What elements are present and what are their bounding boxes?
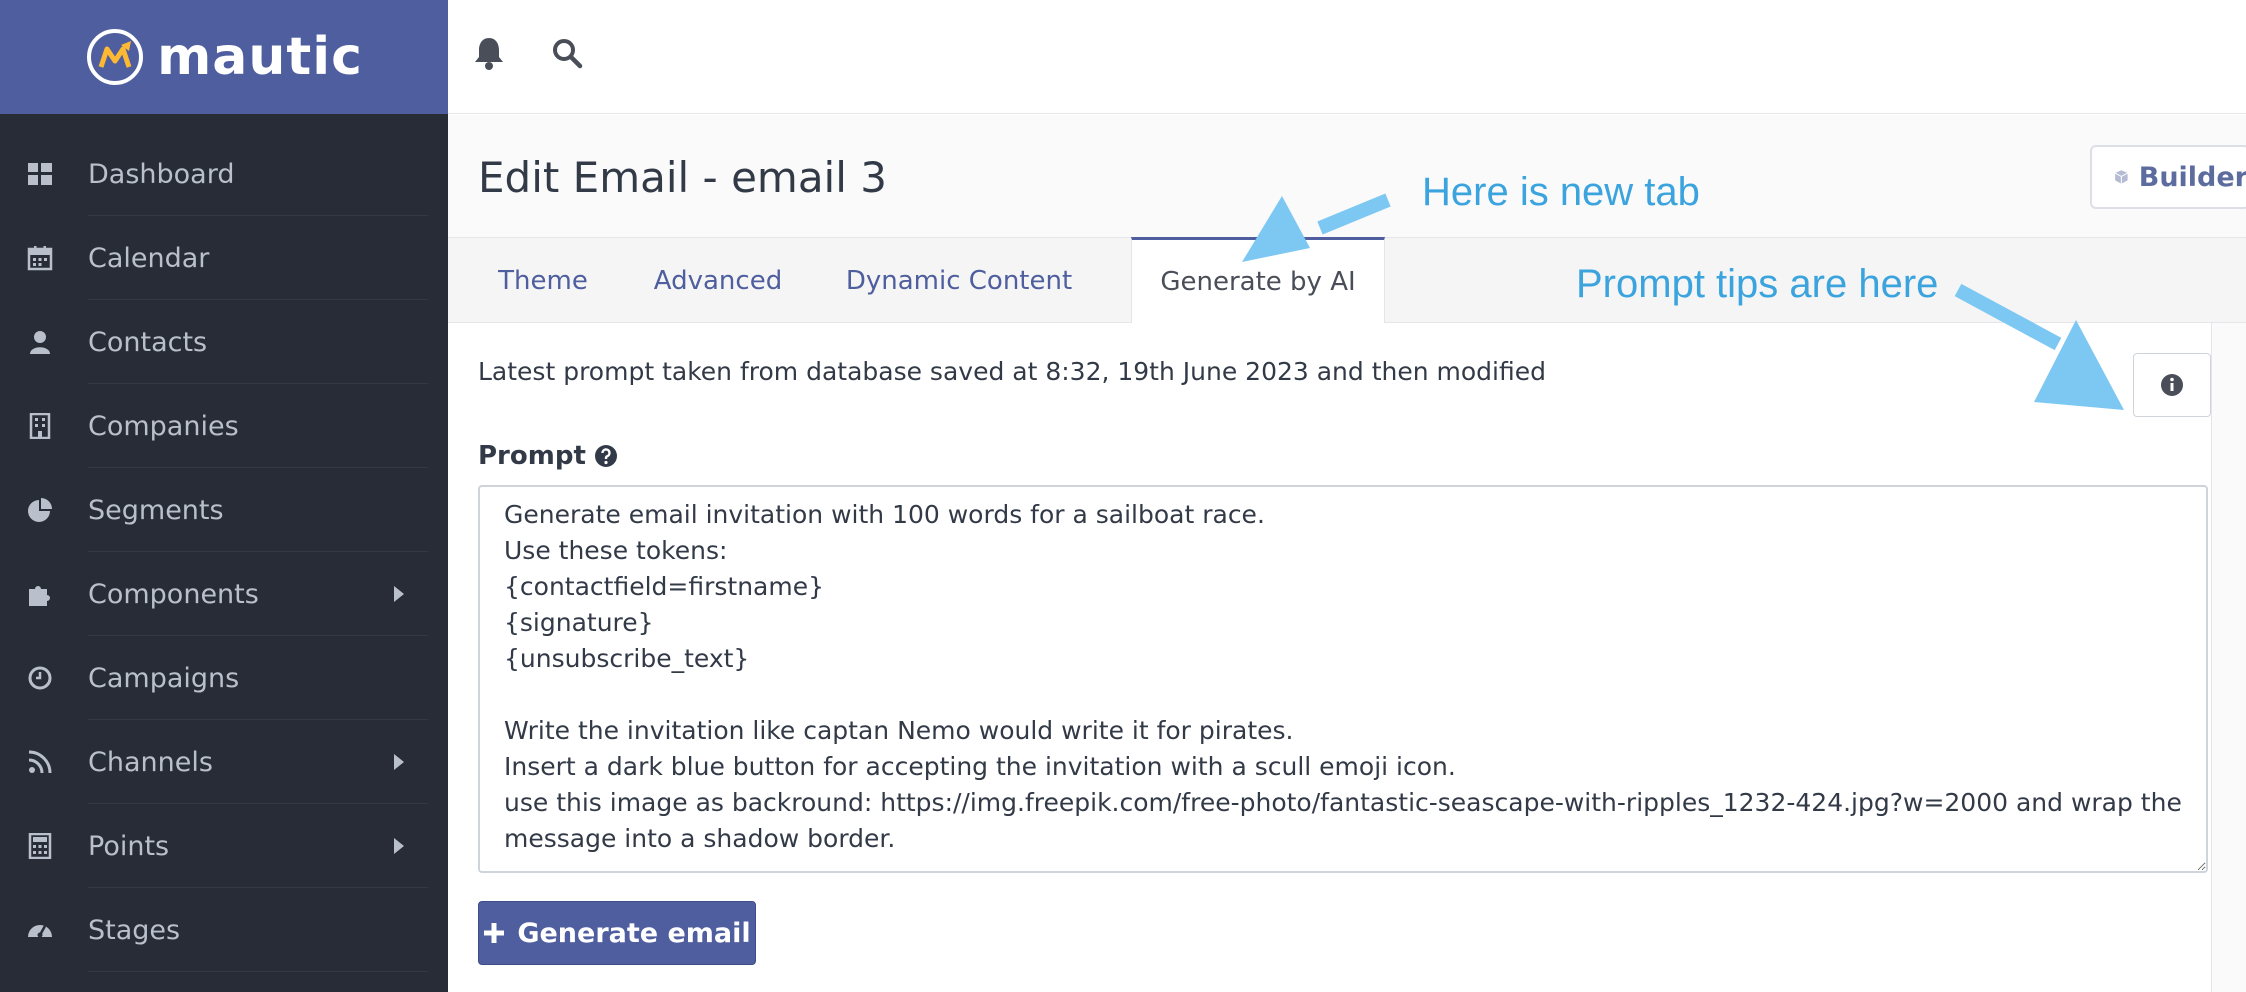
sidebar-item-label: Stages <box>88 914 181 946</box>
cube-icon <box>2114 170 2128 184</box>
puzzle-icon <box>26 580 54 608</box>
sidebar-item-label: Components <box>88 578 259 610</box>
sidebar-nav: Dashboard Calendar Contacts Companies Se… <box>0 132 448 972</box>
tab-generate-by-ai[interactable]: Generate by AI <box>1131 237 1385 324</box>
prompt-textarea[interactable]: Generate email invitation with 100 words… <box>478 485 2208 873</box>
mautic-logo-icon <box>87 29 144 85</box>
annotation-new-tab: Here is new tab <box>1422 170 1700 214</box>
topbar <box>448 0 2246 114</box>
search-icon[interactable] <box>550 36 584 70</box>
sidebar: mautic Dashboard Calendar Contacts Compa… <box>0 0 448 992</box>
tab-advanced[interactable]: Advanced <box>628 238 808 324</box>
sidebar-item-channels[interactable]: Channels <box>0 720 448 804</box>
prompt-label-text: Prompt <box>478 441 586 471</box>
prompt-tips-button[interactable] <box>2133 353 2211 417</box>
sidebar-item-calendar[interactable]: Calendar <box>0 216 448 300</box>
sidebar-item-stages[interactable]: Stages <box>0 888 448 972</box>
sidebar-item-contacts[interactable]: Contacts <box>0 300 448 384</box>
page-title: Edit Email - email 3 <box>478 153 887 202</box>
info-icon <box>2161 374 2183 396</box>
calculator-icon <box>26 832 54 860</box>
builder-button-label: Builder <box>2138 161 2246 193</box>
sidebar-item-label: Dashboard <box>88 158 235 190</box>
generate-email-button[interactable]: Generate email <box>478 901 756 965</box>
pie-chart-icon <box>26 496 54 524</box>
rss-icon <box>26 748 54 776</box>
user-icon <box>26 328 54 356</box>
generate-email-label: Generate email <box>517 917 751 949</box>
brand-name: mautic <box>157 27 363 87</box>
main-content: Edit Email - email 3 Builder Theme Advan… <box>448 115 2246 992</box>
building-icon <box>26 412 54 440</box>
calendar-icon <box>26 244 54 272</box>
sidebar-item-campaigns[interactable]: Campaigns <box>0 636 448 720</box>
sidebar-item-label: Calendar <box>88 242 210 274</box>
question-circle-icon[interactable] <box>594 444 618 468</box>
sidebar-item-points[interactable]: Points <box>0 804 448 888</box>
sidebar-item-label: Points <box>88 830 170 862</box>
sidebar-item-label: Contacts <box>88 326 208 358</box>
sidebar-item-label: Channels <box>88 746 213 778</box>
tab-dynamic-content[interactable]: Dynamic Content <box>828 238 1090 324</box>
sidebar-item-dashboard[interactable]: Dashboard <box>0 132 448 216</box>
chevron-right-icon <box>394 838 404 854</box>
sidebar-item-label: Segments <box>88 494 224 526</box>
sidebar-item-label: Companies <box>88 410 239 442</box>
sidebar-item-segments[interactable]: Segments <box>0 468 448 552</box>
clock-icon <box>26 664 54 692</box>
tab-theme[interactable]: Theme <box>478 238 608 324</box>
sidebar-item-label: Campaigns <box>88 662 240 694</box>
sidebar-item-components[interactable]: Components <box>0 552 448 636</box>
page-header: Edit Email - email 3 Builder <box>448 115 2246 237</box>
brand-header[interactable]: mautic <box>0 0 448 114</box>
sidebar-item-companies[interactable]: Companies <box>0 384 448 468</box>
annotation-prompt-tips: Prompt tips are here <box>1576 262 1939 306</box>
tachometer-icon <box>26 916 54 944</box>
plus-icon <box>484 923 505 943</box>
bell-icon[interactable] <box>472 36 506 70</box>
prompt-label: Prompt <box>478 441 618 471</box>
chevron-right-icon <box>394 586 404 602</box>
tab-bar: Theme Advanced Dynamic Content Generate … <box>448 237 2246 324</box>
builder-button[interactable]: Builder <box>2090 145 2246 209</box>
chevron-right-icon <box>394 754 404 770</box>
prompt-status-text: Latest prompt taken from database saved … <box>478 357 1546 386</box>
dashboard-icon <box>26 160 54 188</box>
generate-ai-panel: Latest prompt taken from database saved … <box>448 323 2212 992</box>
